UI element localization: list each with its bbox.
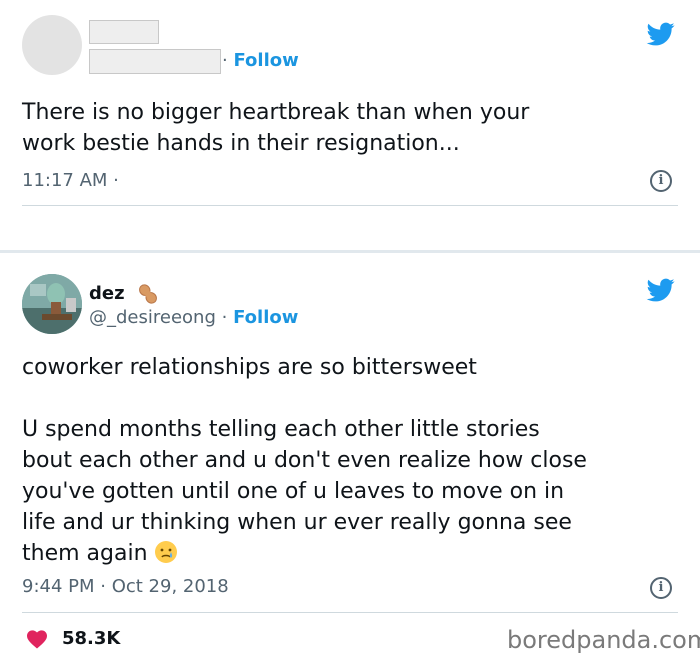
tweet-text: There is no bigger heartbreak than when … [22,100,530,156]
follow-separator: · [222,50,228,71]
crying-face-icon [154,541,177,563]
follow-button[interactable]: Follow [233,50,298,71]
heart-icon[interactable] [26,629,48,649]
divider [22,205,678,206]
handle-follow-row: @_desireeong · Follow [89,307,298,328]
divider [22,612,678,613]
twitter-bird-icon[interactable] [644,20,678,48]
peanut-icon [138,284,157,304]
watermark: boredpanda.com [507,626,700,654]
follow-separator: · [221,307,228,328]
tweet-card-1: · Follow There is no bigger heartbreak t… [0,0,700,250]
avatar[interactable] [22,15,82,75]
tweet-text-line1: coworker relationships are so bitterswee… [22,355,477,380]
follow-row: · Follow [222,50,299,71]
tweet-timestamp[interactable]: 11:17 AM · [22,170,119,191]
display-name[interactable]: dez [89,283,125,304]
redacted-display-name [89,20,159,44]
follow-button[interactable]: Follow [233,307,298,328]
tweet-text-body-content: U spend months telling each other little… [22,417,587,566]
tweet-text-body: U spend months telling each other little… [22,414,662,569]
display-name-row[interactable]: dez [89,283,159,305]
info-icon[interactable]: i [650,577,672,599]
twitter-bird-icon[interactable] [644,276,678,304]
squidward-avatar-image [22,274,82,334]
user-handle[interactable]: @_desireeong [89,307,216,328]
redacted-handle [89,49,221,74]
info-icon[interactable]: i [650,170,672,192]
like-count: 58.3K [62,628,121,649]
tweet-timestamp[interactable]: 9:44 PM · Oct 29, 2018 [22,576,229,597]
like-count-row[interactable]: 58.3K [26,628,120,649]
avatar[interactable] [22,274,82,334]
